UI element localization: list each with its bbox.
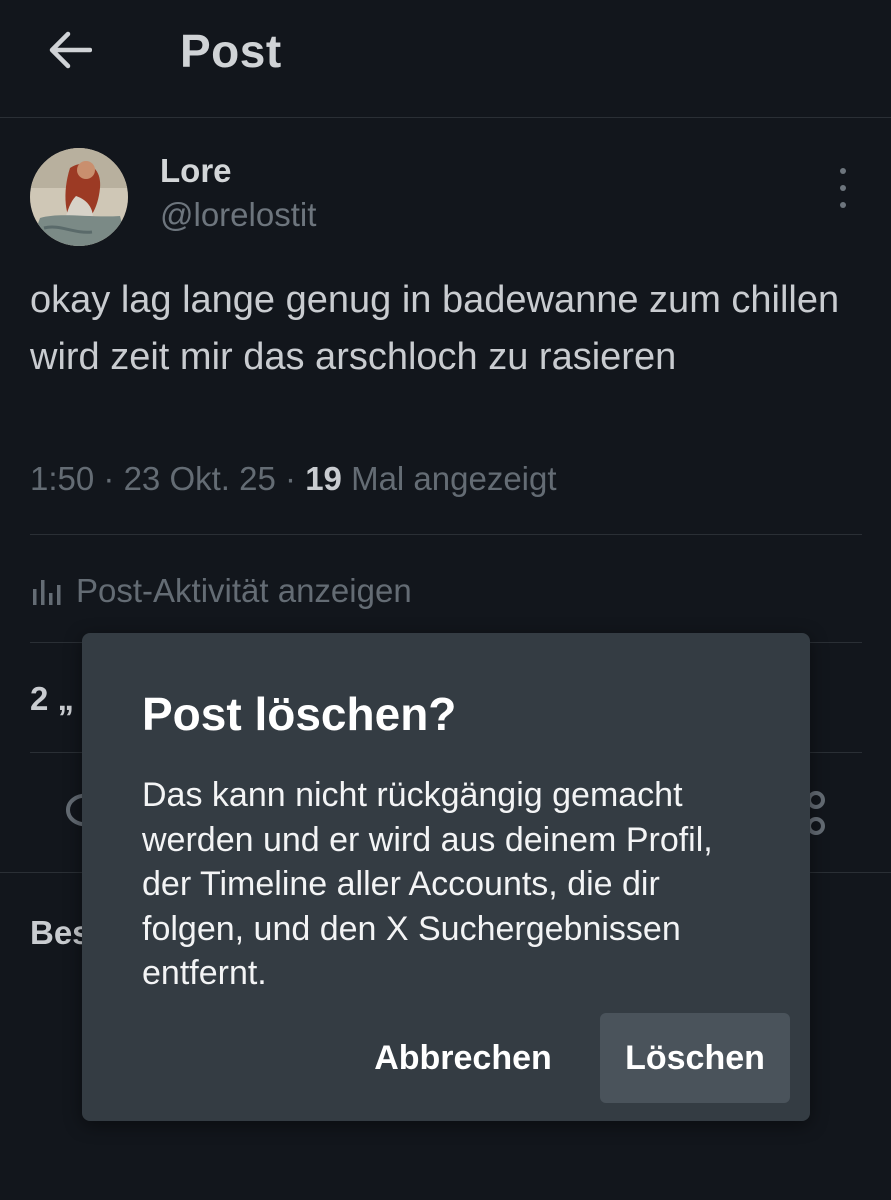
dialog-message: Das kann nicht rückgängig gemacht werden… <box>142 776 713 992</box>
post-page: Post Lore @lorelostit okay lag lange gen… <box>0 0 891 1200</box>
delete-button[interactable]: Löschen <box>600 1013 790 1103</box>
delete-post-dialog: Post löschen? Das kann nicht rückgängig … <box>82 633 810 1121</box>
cancel-button[interactable]: Abbrechen <box>348 1013 578 1103</box>
dialog-title: Post löschen? <box>142 688 457 740</box>
